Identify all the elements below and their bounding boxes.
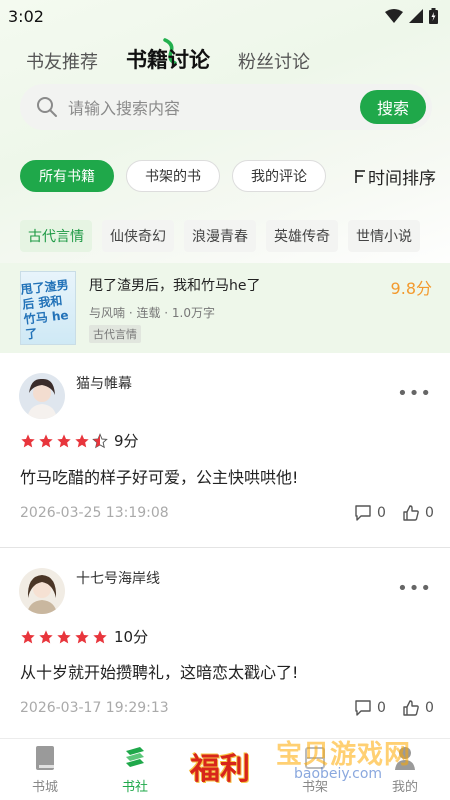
user-icon [395, 747, 415, 770]
genre-ancient-romance[interactable]: 古代言情 [20, 220, 92, 252]
tab-book-discussion-label: 书籍讨论 [126, 48, 210, 72]
tab-reader-recommend[interactable]: 书友推荐 [26, 48, 98, 74]
like-count: 0 [425, 700, 434, 716]
star-icon [39, 433, 53, 447]
book-stack-icon [126, 747, 144, 767]
search-button[interactable]: 搜索 [360, 90, 426, 124]
book-title[interactable]: 甩了渣男后，我和竹马he了 [89, 275, 261, 295]
star-icon [21, 629, 35, 643]
thumbs-up-icon [403, 700, 419, 716]
comment-score: 10分 [114, 628, 149, 646]
book-meta: 与风喃 · 连载 · 1.0万字 [89, 306, 215, 320]
filter-shelf-books[interactable]: 书架的书 [126, 160, 220, 192]
book-genre-tag: 古代言情 [89, 325, 141, 343]
comment-text: 竹马吃醋的样子好可爱，公主快哄哄他! [20, 468, 299, 487]
nav-profile-label: 我的 [391, 780, 418, 795]
nav-community-label: 书社 [121, 780, 148, 795]
filter-my-comments[interactable]: 我的评论 [232, 160, 326, 192]
like-button[interactable]: 0 [402, 699, 434, 717]
star-icon [75, 433, 89, 447]
reply-count: 0 [377, 505, 386, 521]
like-count: 0 [425, 505, 434, 521]
nav-bookshelf[interactable]: 书架 [280, 739, 350, 795]
wifi-icon [385, 9, 403, 23]
thumbs-up-icon [403, 505, 419, 521]
genre-worldly-novel[interactable]: 世情小说 [348, 220, 420, 252]
search-input[interactable]: 请输入搜索内容 [68, 95, 360, 119]
comment-icon [355, 505, 371, 521]
comment-date: 2026-03-17 19:29:13 [20, 700, 169, 716]
shelf-icon [305, 747, 325, 769]
star-icon [75, 629, 89, 643]
reply-button[interactable]: 0 [354, 504, 386, 522]
star-icon [21, 433, 35, 447]
tab-book-discussion[interactable]: 书籍讨论 [126, 38, 210, 74]
like-button[interactable]: 0 [402, 504, 434, 522]
star-icon [93, 629, 107, 643]
battery-icon [429, 8, 438, 24]
star-icon [57, 629, 71, 643]
comment-item: 十七号海岸线 ••• 10分 从十岁就开始攒聘礼，这暗恋太戳心了! 2026-0… [0, 548, 450, 738]
reply-button[interactable]: 0 [354, 699, 386, 717]
filter-all-books[interactable]: 所有书籍 [20, 160, 114, 192]
genre-xianxia-fantasy[interactable]: 仙侠奇幻 [102, 220, 174, 252]
book-cover-title: 甩了渣男后 我和竹马 he了 [20, 277, 70, 342]
more-options-icon[interactable]: ••• [397, 578, 432, 599]
sort-icon [355, 170, 365, 183]
filter-row: 所有书籍 书架的书 我的评论 时间排序 [20, 159, 436, 193]
status-time: 3:02 [8, 6, 44, 26]
search-icon [37, 97, 57, 117]
comment-text: 从十岁就开始攒聘礼，这暗恋太戳心了! [20, 663, 299, 682]
sort-button[interactable]: 时间排序 [354, 164, 436, 189]
search-bar[interactable]: 请输入搜索内容 搜索 [20, 84, 432, 130]
top-tabs: 书友推荐 书籍讨论 粉丝讨论 [26, 38, 310, 74]
sort-label: 时间排序 [368, 168, 436, 189]
nav-bookstore-label: 书城 [31, 780, 58, 795]
star-icon [39, 629, 53, 643]
genre-hero-legend[interactable]: 英雄传奇 [266, 220, 338, 252]
nav-bookstore[interactable]: 书城 [10, 739, 80, 795]
status-icons [385, 8, 438, 24]
book-cover: 甩了渣男后 我和竹马 he了 [20, 271, 76, 345]
comment-item: 猫与帷幕 ••• 9分 竹马吃醋的样子好可爱，公主快哄哄他! 2026-03-2… [0, 353, 450, 543]
genre-romantic-youth[interactable]: 浪漫青春 [184, 220, 256, 252]
nav-bookshelf-label: 书架 [301, 780, 328, 795]
comment-score: 9分 [114, 432, 139, 450]
rating-stars: 9分 [20, 430, 139, 451]
tab-fan-discussion[interactable]: 粉丝讨论 [238, 48, 310, 74]
signal-icon [409, 9, 423, 23]
book-icon [36, 746, 54, 770]
status-bar: 3:02 [0, 0, 450, 32]
genre-row: 古代言情 仙侠奇幻 浪漫青春 英雄传奇 世情小说 [20, 220, 420, 252]
more-options-icon[interactable]: ••• [397, 383, 432, 404]
book-score: 9.8分 [390, 279, 432, 298]
half-star-icon [92, 432, 108, 448]
reply-count: 0 [377, 700, 386, 716]
nav-community[interactable]: 书社 [100, 739, 170, 795]
nav-profile[interactable]: 我的 [370, 739, 440, 795]
comment-date: 2026-03-25 13:19:08 [20, 505, 169, 521]
rating-stars: 10分 [20, 626, 148, 647]
welfare-button[interactable]: 福利 [190, 744, 250, 788]
star-icon [57, 433, 71, 447]
comment-icon [355, 700, 371, 716]
comment-username[interactable]: 十七号海岸线 [76, 568, 160, 588]
avatar[interactable] [19, 373, 65, 419]
avatar[interactable] [19, 568, 65, 614]
comment-username[interactable]: 猫与帷幕 [76, 373, 132, 393]
